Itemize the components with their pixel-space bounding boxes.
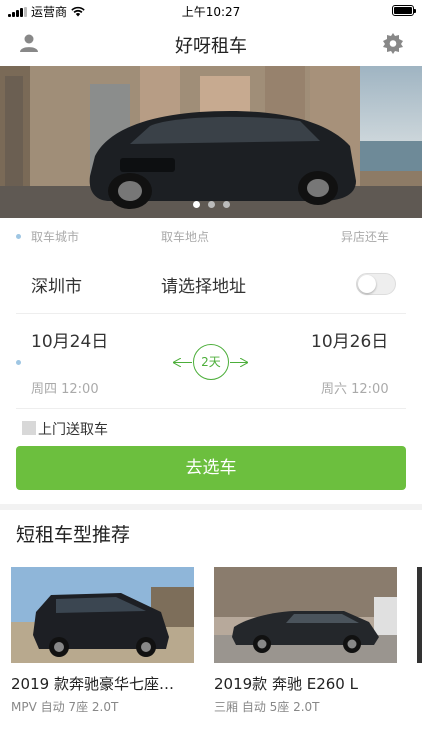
battery-icon: [392, 5, 416, 16]
next-car-card-peek[interactable]: [417, 567, 422, 663]
page-title: 好呀租车: [175, 36, 247, 57]
car-name: 2019款 奔驰 E260 L: [214, 675, 358, 693]
van-image: [11, 567, 194, 663]
booking-form: 取车城市 取车地点 异店还车 深圳市 请选择地址 10月24日 10月26日 2…: [0, 218, 422, 504]
status-time: 上午10:27: [181, 5, 241, 19]
address-select[interactable]: 请选择地址: [161, 272, 246, 297]
rental-duration-badge: 2天: [193, 344, 229, 380]
pickup-weekday-time[interactable]: 周四 12:00: [31, 378, 99, 397]
car-spec: 三厢 自动 5座 2.0T: [214, 700, 320, 714]
divider: [16, 408, 406, 409]
toggle-knob: [358, 275, 376, 293]
car-image: [214, 567, 397, 663]
door-delivery-label[interactable]: 上门送取车: [38, 419, 108, 439]
dropoff-weekday-time[interactable]: 周六 12:00: [321, 378, 389, 397]
car-spec: MPV 自动 7座 2.0T: [11, 700, 119, 714]
different-store-toggle[interactable]: [356, 273, 396, 295]
banner-pagination: [0, 201, 422, 208]
banner-car-image: [0, 66, 422, 218]
choose-car-button[interactable]: 去选车: [16, 446, 406, 490]
car-name: 2019 款奔驰豪华七座…: [11, 675, 174, 693]
recommend-section: 短租车型推荐 2019 款奔驰豪华七座… MPV 自动 7座 2.0T 2019…: [0, 510, 422, 750]
nav-bar: 好呀租车: [0, 22, 422, 66]
arrow-right-icon: [240, 358, 248, 367]
pickup-date[interactable]: 10月24日: [31, 327, 108, 352]
gear-icon[interactable]: [382, 32, 404, 54]
banner-dot[interactable]: [207, 201, 215, 208]
car-image: [11, 567, 194, 663]
bullet-dot: [16, 360, 21, 365]
pickup-location-label: 取车地点: [161, 230, 210, 244]
divider: [16, 313, 406, 314]
bullet-dot: [16, 234, 21, 239]
arrow-left-icon: [173, 358, 181, 367]
banner-dot[interactable]: [222, 201, 230, 208]
city-select[interactable]: 深圳市: [31, 272, 82, 297]
pickup-city-label: 取车城市: [31, 230, 80, 244]
sedan-image: [214, 567, 397, 663]
door-delivery-checkbox[interactable]: [22, 421, 36, 435]
status-bar: 运营商 上午10:27: [0, 0, 422, 22]
banner-dot[interactable]: [192, 201, 200, 208]
car-card[interactable]: 2019款 奔驰 E260 L 三厢 自动 5座 2.0T: [214, 567, 397, 715]
return-store-label: 异店还车: [341, 230, 390, 244]
car-card[interactable]: 2019 款奔驰豪华七座… MPV 自动 7座 2.0T: [11, 567, 194, 715]
section-title: 短租车型推荐: [16, 524, 131, 546]
dropoff-date[interactable]: 10月26日: [311, 327, 388, 352]
promo-banner[interactable]: [0, 66, 422, 218]
